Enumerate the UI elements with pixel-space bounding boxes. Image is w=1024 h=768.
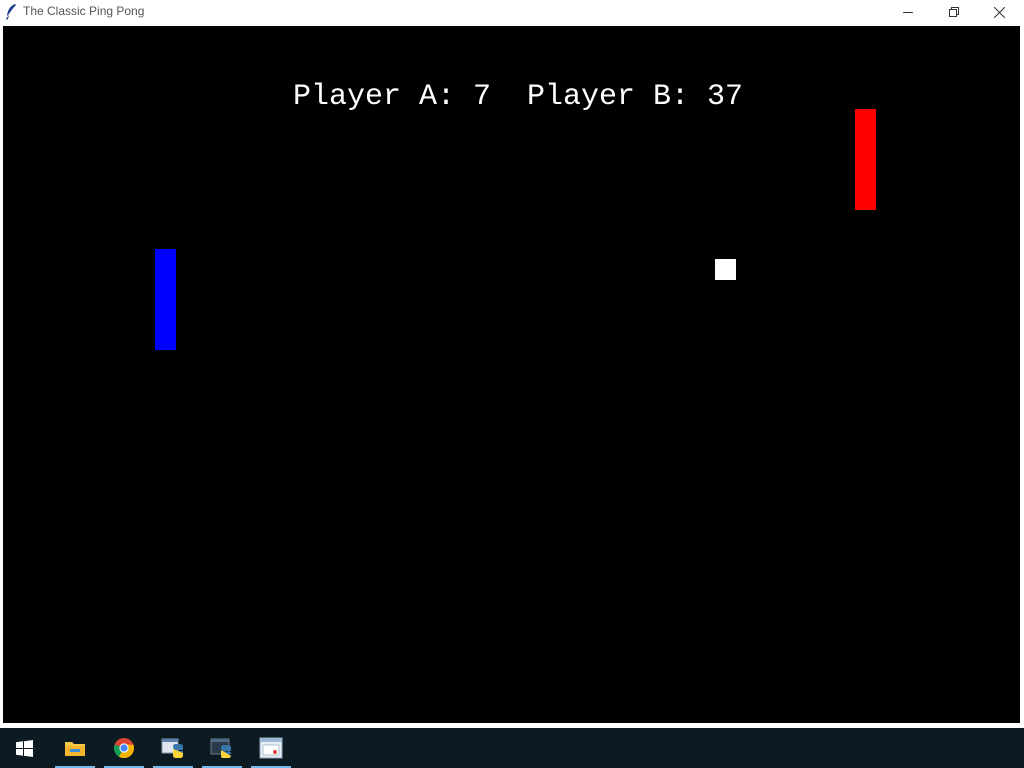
taskbar-python[interactable] [202, 728, 242, 768]
python-idle-icon [161, 738, 183, 758]
chrome-icon [113, 738, 135, 759]
game-canvas[interactable]: Player A: 7 Player B: 37 [3, 26, 1020, 723]
scoreboard: Player A: 7 Player B: 37 [292, 80, 744, 114]
taskbar [0, 728, 1024, 768]
title-bar[interactable]: The Classic Ping Pong [0, 0, 1024, 24]
windows-logo-icon [15, 739, 33, 757]
start-button[interactable] [4, 728, 44, 768]
taskbar-chrome[interactable] [104, 728, 144, 768]
taskbar-file-explorer[interactable] [55, 728, 95, 768]
paddle-player-b [855, 109, 876, 210]
minimize-button[interactable] [885, 0, 931, 24]
taskbar-idle[interactable] [153, 728, 193, 768]
paddle-player-a [155, 249, 176, 350]
app-window: The Classic Ping Pong Player A: 7 Player… [0, 0, 1024, 728]
taskbar-tk-app[interactable] [251, 728, 291, 768]
minimize-icon [903, 12, 913, 13]
folder-icon [65, 742, 85, 756]
python-icon [210, 738, 231, 758]
restore-button[interactable] [931, 0, 977, 24]
window-title: The Classic Ping Pong [23, 4, 145, 18]
ball [715, 259, 736, 280]
close-icon [993, 6, 1005, 18]
restore-icon [949, 7, 959, 17]
feather-icon [4, 3, 18, 21]
close-button[interactable] [976, 0, 1022, 24]
tk-window-icon [259, 737, 283, 759]
